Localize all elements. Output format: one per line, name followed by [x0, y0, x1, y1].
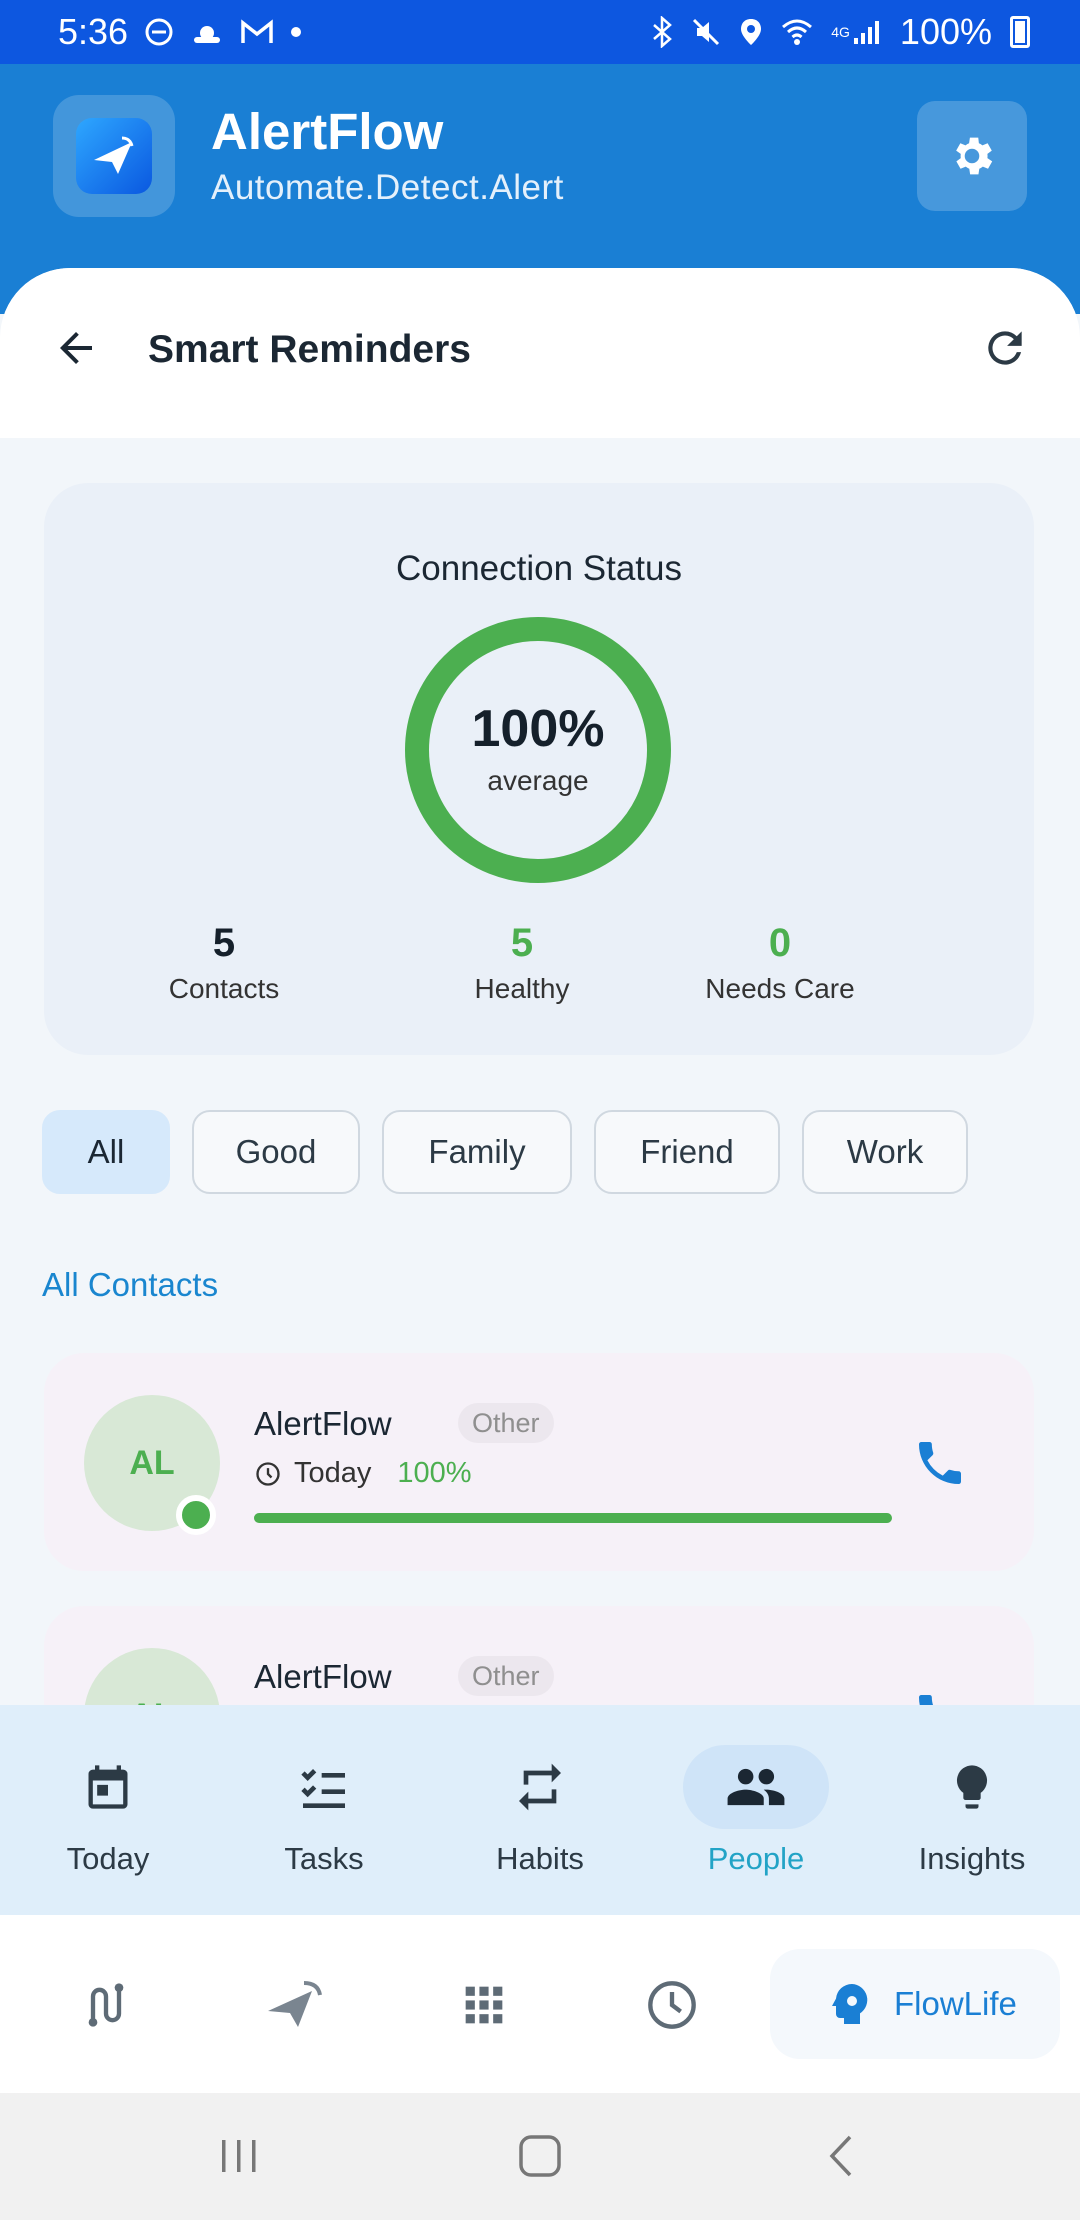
clock-icon [256, 1461, 280, 1486]
home-button[interactable] [505, 2123, 575, 2189]
bottom-navigation: Today Tasks Habits People Insights [0, 1705, 1080, 1915]
filter-chip-work[interactable]: Work [802, 1110, 968, 1194]
status-time: 5:36 [58, 11, 129, 52]
nav-label: People [707, 1841, 805, 1876]
system-navigation-bar [0, 2093, 1080, 2220]
nav-item-people[interactable]: People [648, 1705, 864, 1915]
contact-health-bar [254, 1513, 892, 1523]
gear-icon [956, 137, 993, 175]
nav-label: Insights [918, 1841, 1026, 1876]
nav-item-today[interactable]: Today [0, 1705, 216, 1915]
contact-name: AlertFlow [254, 1658, 392, 1695]
repeat-icon [467, 1745, 613, 1829]
stat-label: Needs Care [705, 973, 855, 1004]
nav-label: Habits [496, 1841, 584, 1876]
flowlife-button[interactable]: FlowLife [770, 1949, 1060, 2059]
app-tagline: Automate.Detect.Alert [211, 168, 564, 207]
nav-item-insights[interactable]: Insights [864, 1705, 1080, 1915]
head-gear-icon [832, 1983, 868, 2024]
connection-progress-ring: 100% average [405, 617, 671, 883]
back-system-button[interactable] [806, 2123, 876, 2189]
contact-card[interactable]: AL AlertFlow Other [44, 1606, 1034, 1708]
network-type: 4G [831, 24, 850, 40]
contact-card[interactable]: AL AlertFlow Other Today 100% [44, 1353, 1034, 1571]
nav-label: Today [66, 1841, 150, 1876]
recents-icon [222, 2140, 256, 2172]
contact-score: 100% [397, 1457, 472, 1489]
calendar-icon [35, 1745, 181, 1829]
connection-status-card: Connection Status 100% average 5 Contact… [44, 483, 1034, 1055]
section-label: All Contacts [42, 1266, 219, 1303]
refresh-button[interactable] [975, 318, 1035, 378]
signal-icon: 4G [831, 18, 882, 46]
smart-reminders-page: Smart Reminders Connection Status 100% a… [0, 268, 1080, 1708]
stat-needs-care: 0 Needs Care [670, 923, 890, 1005]
filter-chip-family[interactable]: Family [382, 1110, 572, 1194]
recents-button[interactable] [204, 2123, 274, 2189]
stat-healthy: 5 Healthy [422, 923, 622, 1005]
nav-item-habits[interactable]: Habits [432, 1705, 648, 1915]
route-icon[interactable] [66, 1965, 146, 2045]
connection-status-title: Connection Status [395, 549, 682, 588]
wifi-icon [781, 17, 813, 47]
stat-label: Contacts [168, 973, 280, 1004]
paper-plane-logo-icon [94, 136, 134, 174]
avatar: AL [84, 1648, 220, 1708]
paper-plane-icon[interactable] [254, 1965, 334, 2045]
dot-icon [290, 26, 302, 38]
stat-label: Healthy [474, 973, 570, 1004]
dnd-icon [144, 17, 174, 47]
checklist-icon [251, 1745, 397, 1829]
connection-percent-label: average [487, 765, 589, 796]
quick-bar: FlowLife [0, 1915, 1080, 2093]
call-button[interactable] [910, 1433, 970, 1493]
contact-last-contacted: Today [294, 1457, 372, 1489]
nav-item-tasks[interactable]: Tasks [216, 1705, 432, 1915]
refresh-icon [988, 331, 1022, 365]
gmail-icon [240, 19, 274, 45]
location-icon [739, 17, 763, 47]
phone-icon [919, 1442, 961, 1484]
weather-icon [190, 17, 224, 47]
battery-icon [1010, 16, 1030, 48]
contact-name: AlertFlow [254, 1405, 392, 1442]
lightbulb-icon [899, 1745, 1045, 1829]
filter-chip-friend[interactable]: Friend [594, 1110, 780, 1194]
arrow-left-icon [60, 332, 92, 364]
status-bar: 5:36 4G 100% [0, 0, 1080, 64]
contact-tag: Other [458, 1403, 554, 1443]
stat-value: 0 [768, 921, 792, 965]
page-toolbar: Smart Reminders [0, 268, 1080, 438]
people-icon [683, 1745, 829, 1829]
app-title: AlertFlow [211, 103, 444, 160]
stat-value: 5 [212, 921, 236, 965]
connection-percent: 100% [471, 700, 605, 758]
stat-contacts: 5 Contacts [124, 923, 324, 1005]
chevron-left-icon [829, 2135, 852, 2177]
filter-chip-good[interactable]: Good [192, 1110, 360, 1194]
nav-label: Tasks [284, 1841, 364, 1876]
page-title: Smart Reminders [148, 328, 471, 371]
mute-icon [691, 17, 721, 47]
battery-percent: 100% [899, 11, 992, 52]
apps-grid-icon[interactable] [444, 1965, 524, 2045]
contact-tag: Other [458, 1656, 554, 1696]
stat-value: 5 [510, 921, 534, 965]
online-status-dot [176, 1495, 216, 1535]
clock-icon[interactable] [632, 1965, 712, 2045]
filter-chips: All Good Family Friend Work [42, 1110, 968, 1194]
settings-button[interactable] [917, 101, 1027, 211]
filter-chip-all[interactable]: All [42, 1110, 170, 1194]
home-icon [519, 2135, 561, 2177]
app-logo [53, 95, 175, 217]
back-button[interactable] [46, 318, 106, 378]
contact-meta: Today 100% [254, 1457, 472, 1490]
flowlife-label: FlowLife [894, 1985, 1017, 2022]
bluetooth-icon [651, 16, 673, 48]
